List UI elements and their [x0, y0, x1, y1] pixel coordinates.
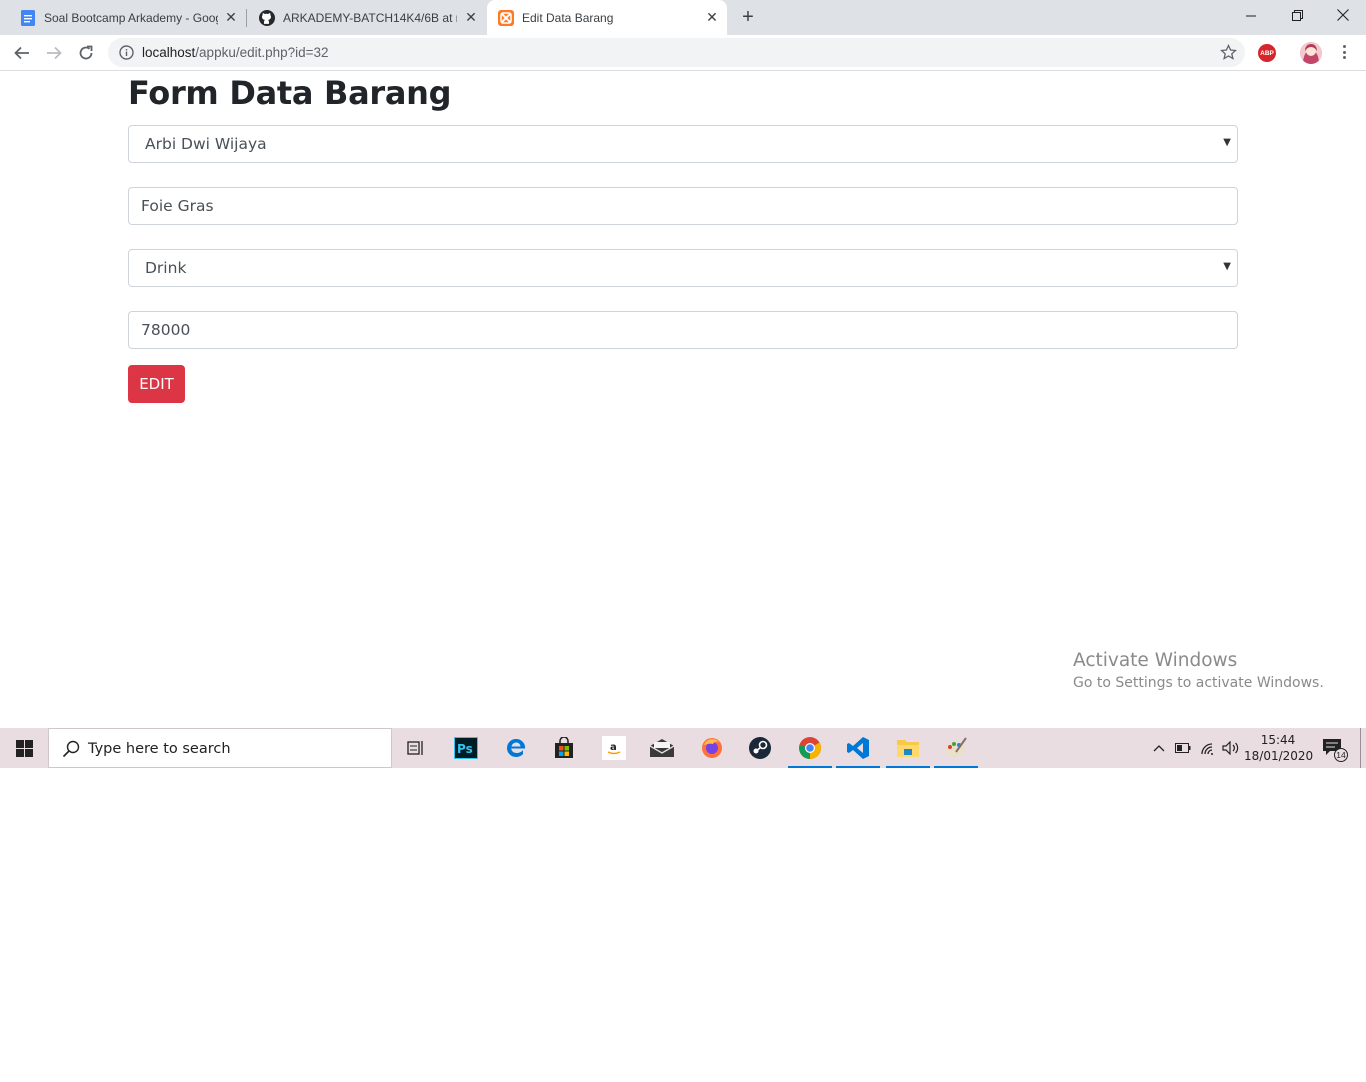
taskbar-search-box[interactable]: Type here to search — [48, 728, 392, 768]
clock-date: 18/01/2020 — [1244, 749, 1314, 763]
search-placeholder: Type here to search — [88, 741, 231, 757]
steam-icon[interactable] — [736, 728, 784, 768]
vscode-icon[interactable] — [834, 728, 882, 768]
page-title: Form Data Barang — [128, 74, 452, 112]
tab-title: Soal Bootcamp Arkademy - Goog — [44, 10, 218, 25]
volume-icon[interactable] — [1220, 728, 1242, 768]
url-path: /appku/edit.php?id=32 — [195, 45, 329, 60]
price-value: 78000 — [141, 321, 191, 339]
back-button[interactable] — [10, 41, 34, 65]
screen: Soal Bootcamp Arkademy - Goog ✕ ARKADEMY… — [0, 0, 1366, 768]
cashier-select-value: Arbi Dwi Wijaya — [145, 135, 267, 153]
notification-count: 14 — [1334, 748, 1348, 762]
chevron-up-icon[interactable] — [1148, 728, 1170, 768]
blank-area — [0, 768, 1366, 1082]
store-icon[interactable] — [540, 728, 588, 768]
tab-soal-bootcamp[interactable]: Soal Bootcamp Arkademy - Goog ✕ — [0, 0, 246, 35]
photoshop-label: Ps — [457, 742, 473, 756]
forward-button[interactable] — [42, 41, 66, 65]
address-bar[interactable]: localhost/appku/edit.php?id=32 — [108, 38, 1245, 67]
edge-icon[interactable] — [492, 728, 540, 768]
adblock-plus-icon[interactable]: ABP — [1258, 44, 1276, 62]
xampp-icon — [498, 9, 514, 26]
file-explorer-icon[interactable] — [884, 728, 932, 768]
tab-strip: Soal Bootcamp Arkademy - Goog ✕ ARKADEMY… — [0, 0, 1366, 35]
paint-icon[interactable] — [932, 728, 980, 768]
photoshop-icon[interactable]: Ps — [442, 728, 490, 768]
price-input[interactable]: 78000 — [128, 311, 1238, 349]
product-name-value: Foie Gras — [141, 197, 214, 215]
chevron-down-icon: ▼ — [1223, 137, 1231, 148]
show-desktop-button[interactable] — [1360, 728, 1361, 768]
watermark-subtitle: Go to Settings to activate Windows. — [1073, 675, 1324, 691]
adblock-label: ABP — [1260, 49, 1274, 57]
page-content: Form Data Barang Arbi Dwi Wijaya ▼ Foie … — [0, 72, 1366, 728]
taskbar: Type here to search Ps a 15:44 18/01/202… — [0, 728, 1366, 768]
tab-edit-data-barang[interactable]: Edit Data Barang ✕ — [487, 0, 727, 35]
chrome-icon[interactable] — [786, 728, 834, 768]
task-view-icon[interactable] — [392, 728, 440, 768]
category-select-value: Drink — [145, 259, 187, 277]
chrome-menu-icon[interactable] — [1336, 43, 1352, 61]
activate-windows-watermark: Activate Windows Go to Settings to activ… — [1073, 650, 1324, 691]
profile-avatar[interactable] — [1300, 42, 1322, 64]
start-button[interactable] — [0, 728, 48, 768]
restore-button[interactable] — [1274, 0, 1320, 30]
close-icon[interactable]: ✕ — [705, 10, 719, 24]
minimize-button[interactable] — [1228, 0, 1274, 30]
chevron-down-icon: ▼ — [1223, 261, 1231, 272]
github-icon — [259, 9, 275, 26]
url-host: localhost — [142, 45, 196, 60]
reload-button[interactable] — [74, 41, 98, 65]
clock-time: 15:44 — [1260, 733, 1296, 747]
tab-github[interactable]: ARKADEMY-BATCH14K4/6B at m ✕ — [247, 0, 486, 35]
battery-icon[interactable] — [1172, 728, 1194, 768]
new-tab-button[interactable]: + — [738, 7, 758, 27]
google-docs-icon — [20, 9, 36, 26]
taskbar-clock[interactable]: 15:44 18/01/2020 — [1244, 732, 1314, 764]
cashier-select[interactable]: Arbi Dwi Wijaya ▼ — [128, 125, 1238, 163]
close-icon[interactable]: ✕ — [464, 10, 478, 24]
firefox-icon[interactable] — [688, 728, 736, 768]
tab-title: Edit Data Barang — [522, 10, 614, 25]
bookmark-star-icon[interactable] — [1219, 43, 1238, 61]
search-icon — [61, 739, 81, 759]
close-window-button[interactable] — [1320, 0, 1366, 30]
wifi-icon[interactable] — [1196, 728, 1220, 768]
info-icon[interactable] — [119, 45, 134, 60]
watermark-title: Activate Windows — [1073, 650, 1238, 671]
product-name-input[interactable]: Foie Gras — [128, 187, 1238, 225]
mail-icon[interactable] — [638, 728, 686, 768]
edit-button[interactable]: EDIT — [128, 365, 185, 403]
browser-toolbar: localhost/appku/edit.php?id=32 — [0, 35, 1366, 71]
amazon-label: a — [610, 742, 617, 753]
amazon-icon[interactable]: a — [590, 728, 638, 768]
windows-logo-icon — [15, 739, 33, 757]
notification-center-icon[interactable]: 14 — [1322, 738, 1348, 762]
close-icon[interactable]: ✕ — [224, 10, 238, 24]
url-text: localhost/appku/edit.php?id=32 — [142, 45, 329, 60]
category-select[interactable]: Drink ▼ — [128, 249, 1238, 287]
tab-title: ARKADEMY-BATCH14K4/6B at m — [283, 10, 457, 25]
